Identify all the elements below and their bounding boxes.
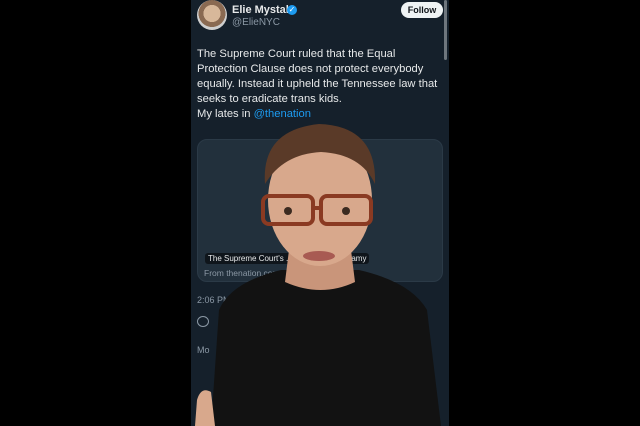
presenter-hand <box>195 390 215 426</box>
tweet-line: The Supreme Court ruled that the Equal <box>197 48 396 60</box>
presenter-eye <box>284 207 292 215</box>
presenter-eye <box>342 207 350 215</box>
user-handle[interactable]: @ElieNYC <box>232 17 280 28</box>
follow-button[interactable]: Follow <box>401 2 443 18</box>
tweet-line: equally. Instead it upheld the Tennessee… <box>197 78 438 90</box>
scrollbar[interactable] <box>444 0 447 60</box>
display-name[interactable]: Elie Mystal <box>232 4 289 16</box>
verified-badge-icon: ✓ <box>287 5 297 15</box>
presenter-overlay <box>195 124 441 426</box>
tweet-line: Protection Clause does not protect every… <box>197 63 424 75</box>
tweet-header: Elie Mystal ✓ @ElieNYC Follow <box>197 0 443 34</box>
presenter-shirt <box>211 270 441 426</box>
presenter-mouth <box>303 251 335 261</box>
avatar[interactable] <box>197 0 227 30</box>
tweet-line: seeks to eradicate trans kids. <box>197 93 342 105</box>
